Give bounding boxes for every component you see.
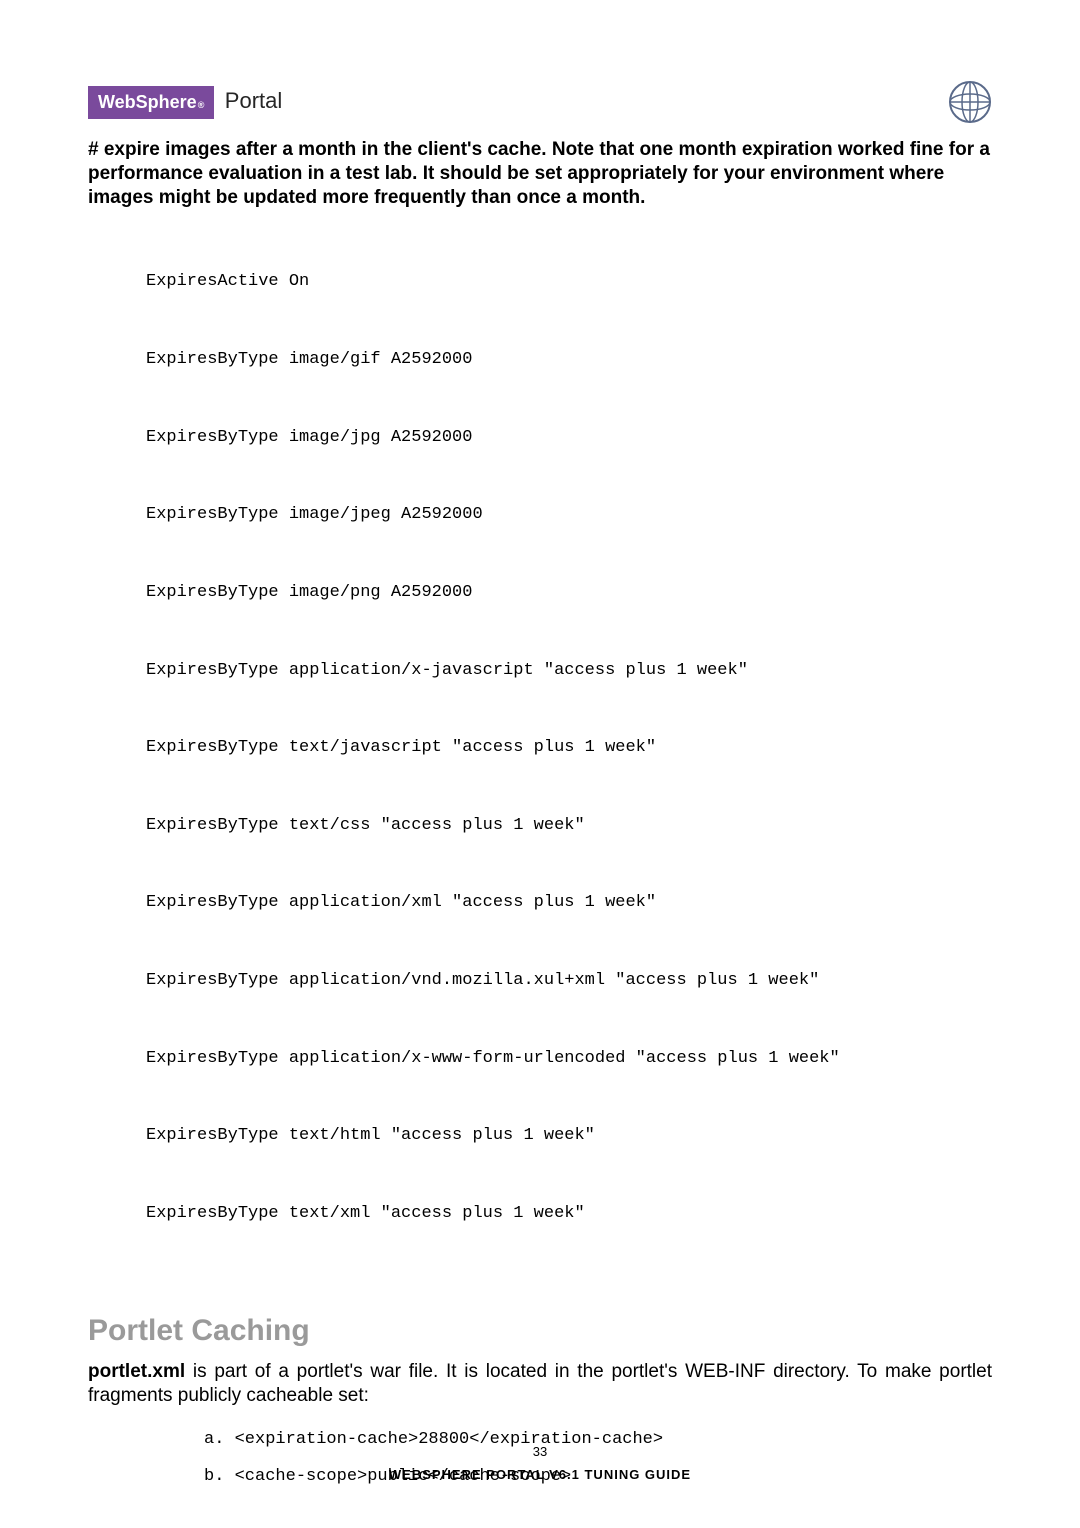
section-heading: Portlet Caching [88, 1314, 992, 1348]
code-line: ExpiresByType image/jpg A2592000 [146, 428, 992, 448]
page-number: 33 [0, 1444, 1080, 1459]
code-line: ExpiresByType image/png A2592000 [146, 583, 992, 603]
page-footer: 33 WEBSPHERE PORTAL V6.1 TUNING GUIDE [0, 1444, 1080, 1482]
brand: WebSphere® Portal [88, 86, 282, 119]
body-lead: portlet.xml [88, 1361, 185, 1382]
globe-icon [948, 80, 992, 124]
code-line: ExpiresByType text/css "access plus 1 we… [146, 816, 992, 836]
code-line: ExpiresByType application/xml "access pl… [146, 893, 992, 913]
code-line: ExpiresActive On [146, 272, 992, 292]
code-line: ExpiresByType text/javascript "access pl… [146, 738, 992, 758]
code-line: ExpiresByType image/gif A2592000 [146, 350, 992, 370]
page-header: WebSphere® Portal [88, 80, 992, 124]
brand-badge: WebSphere® [88, 86, 214, 119]
code-line: ExpiresByType application/vnd.mozilla.xu… [146, 971, 992, 991]
code-line: ExpiresByType application/x-javascript "… [146, 661, 992, 681]
code-line: ExpiresByType text/html "access plus 1 w… [146, 1126, 992, 1146]
intro-paragraph: # expire images after a month in the cli… [88, 138, 992, 209]
code-block: ExpiresActive On ExpiresByType image/gif… [146, 233, 992, 1281]
brand-name: WebSphere [98, 92, 197, 113]
brand-sub: ® [198, 100, 205, 110]
brand-portal: Portal [225, 88, 282, 113]
body-paragraph: portlet.xml is part of a portlet's war f… [88, 1360, 992, 1409]
code-line: ExpiresByType image/jpeg A2592000 [146, 505, 992, 525]
code-line: ExpiresByType text/xml "access plus 1 we… [146, 1204, 992, 1224]
code-line: ExpiresByType application/x-www-form-url… [146, 1049, 992, 1069]
footer-title: WEBSPHERE PORTAL V6.1 TUNING GUIDE [0, 1467, 1080, 1482]
body-rest: is part of a portlet's war file. It is l… [88, 1361, 992, 1406]
